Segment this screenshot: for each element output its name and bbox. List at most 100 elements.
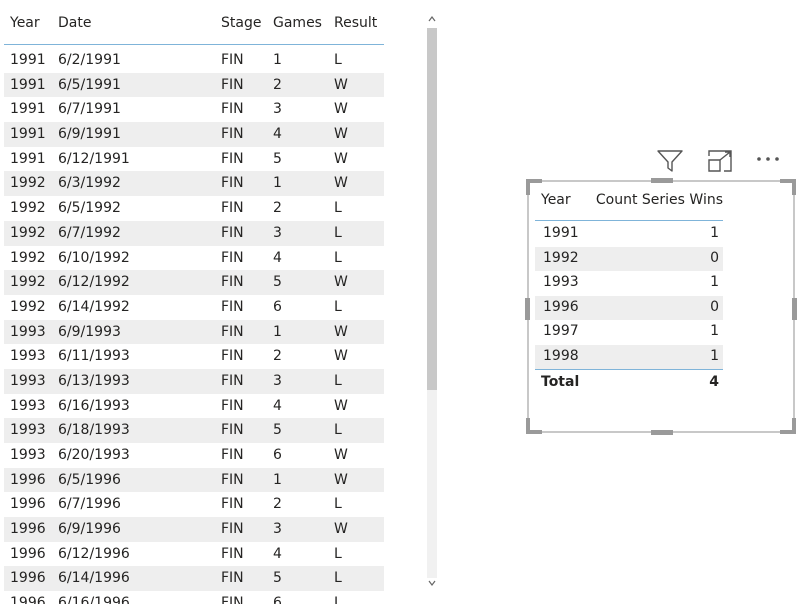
cell-result: L: [334, 200, 342, 217]
column-header-games[interactable]: Games: [273, 15, 322, 31]
cell-result: L: [334, 249, 342, 266]
cell-result: W: [334, 150, 348, 167]
table-row[interactable]: 1992 6/5/1992 FIN 2 L: [4, 196, 384, 221]
resize-handle-bottom-left[interactable]: [526, 418, 542, 434]
cell-result: W: [334, 76, 348, 93]
cell-result: W: [334, 447, 348, 463]
cell-stage: FIN: [221, 224, 244, 241]
cell-stage: FIN: [221, 126, 244, 143]
table-row[interactable]: 1991 6/2/1991 FIN 1 L: [4, 48, 384, 73]
table-row[interactable]: 1992 0: [535, 246, 723, 271]
cell-games: 5: [273, 570, 282, 587]
table-scrollbar[interactable]: [424, 14, 440, 592]
cell-year: 1996: [10, 521, 46, 538]
cell-year: 1997: [543, 323, 579, 339]
table-row[interactable]: 1993 1: [535, 271, 723, 296]
cell-count-series-wins: 1: [710, 274, 719, 290]
cell-games: 2: [273, 348, 282, 365]
cell-stage: FIN: [221, 76, 244, 93]
table-row[interactable]: 1993 6/11/1993 FIN 2 W: [4, 344, 384, 369]
cell-stage: FIN: [221, 298, 244, 315]
cell-result: L: [334, 372, 342, 389]
total-label: Total: [541, 374, 580, 390]
table-row[interactable]: 1993 6/13/1993 FIN 3 L: [4, 368, 384, 394]
column-header-stage[interactable]: Stage: [221, 15, 261, 31]
column-header-count-series-wins[interactable]: Count Series Wins: [596, 192, 723, 208]
table-row[interactable]: 1991 6/7/1991 FIN 3 W: [4, 97, 384, 122]
cell-result: W: [334, 274, 348, 291]
series-wins-visual[interactable]: Year Count Series Wins 1991 1 1992 0 1993 1 19…: [525, 178, 797, 435]
table-row[interactable]: 1996 6/16/1996 FIN 6 L: [4, 591, 384, 604]
cell-year: 1991: [10, 101, 46, 118]
cell-year: 1992: [10, 249, 46, 266]
table-row[interactable]: 1996 6/9/1996 FIN 3 W: [4, 517, 384, 542]
table-row[interactable]: 1997 1: [535, 320, 723, 345]
table-row[interactable]: 1998 1: [535, 344, 723, 369]
cell-date: 6/14/1992: [58, 298, 130, 315]
column-header-year[interactable]: Year: [10, 15, 40, 31]
resize-handle-bottom-right[interactable]: [780, 418, 796, 434]
cell-year: 1992: [10, 274, 46, 291]
total-value: 4: [709, 374, 719, 390]
resize-handle-right[interactable]: [792, 298, 797, 320]
table-row[interactable]: 1992 6/10/1992 FIN 4 L: [4, 246, 384, 271]
table-row[interactable]: 1996 6/5/1996 FIN 1 W: [4, 467, 384, 493]
table-row[interactable]: 1992 6/7/1992 FIN 3 L: [4, 220, 384, 246]
cell-count-series-wins: 1: [710, 323, 719, 339]
table-row[interactable]: 1992 6/12/1992 FIN 5 W: [4, 270, 384, 295]
cell-year: 1992: [10, 224, 46, 241]
scrollbar-thumb[interactable]: [427, 28, 437, 390]
cell-stage: FIN: [221, 274, 244, 291]
summary-table-header: Year Count Series Wins: [535, 182, 723, 221]
chevron-up-icon[interactable]: [424, 14, 440, 28]
cell-date: 6/5/1991: [58, 76, 121, 93]
games-table: Year Date Stage Games Result 1991 6/2/199…: [0, 0, 384, 604]
table-row[interactable]: 1992 6/14/1992 FIN 6 L: [4, 295, 384, 320]
table-row[interactable]: 1996 6/7/1996 FIN 2 L: [4, 492, 384, 517]
cell-result: L: [334, 422, 342, 439]
cell-year: 1991: [543, 225, 579, 241]
cell-date: 6/16/1993: [58, 397, 130, 414]
cell-games: 2: [273, 76, 282, 93]
cell-stage: FIN: [221, 447, 244, 463]
table-row[interactable]: 1993 6/20/1993 FIN 6 W: [4, 443, 384, 468]
table-row[interactable]: 1993 6/16/1993 FIN 4 W: [4, 394, 384, 419]
cell-date: 6/7/1992: [58, 224, 121, 241]
cell-result: L: [334, 224, 342, 241]
cell-stage: FIN: [221, 323, 244, 340]
more-options-icon[interactable]: [754, 148, 782, 174]
table-row[interactable]: 1993 6/18/1993 FIN 5 L: [4, 418, 384, 443]
cell-games: 3: [273, 224, 282, 241]
cell-year: 1991: [10, 150, 46, 167]
cell-year: 1996: [10, 471, 46, 488]
cell-date: 6/13/1993: [58, 372, 130, 389]
cell-year: 1996: [543, 298, 579, 315]
table-row[interactable]: 1991 6/12/1991 FIN 5 W: [4, 147, 384, 172]
cell-year: 1992: [10, 175, 46, 192]
cell-year: 1996: [10, 545, 46, 562]
column-header-date[interactable]: Date: [58, 15, 91, 31]
table-row[interactable]: 1996 6/14/1996 FIN 5 L: [4, 566, 384, 592]
resize-handle-top-right[interactable]: [780, 179, 796, 195]
cell-date: 6/16/1996: [58, 595, 130, 604]
table-row[interactable]: 1993 6/9/1993 FIN 1 W: [4, 319, 384, 345]
cell-stage: FIN: [221, 422, 244, 439]
table-row[interactable]: 1991 6/9/1991 FIN 4 W: [4, 122, 384, 147]
table-row[interactable]: 1992 6/3/1992 FIN 1 W: [4, 171, 384, 197]
chevron-down-icon[interactable]: [424, 578, 440, 592]
column-header-result[interactable]: Result: [334, 15, 377, 31]
filter-icon[interactable]: [656, 148, 684, 174]
table-row[interactable]: 1991 1: [535, 222, 723, 247]
table-row[interactable]: 1996 6/12/1996 FIN 4 L: [4, 542, 384, 567]
cell-games: 1: [273, 471, 282, 488]
column-header-year[interactable]: Year: [541, 192, 571, 208]
resize-handle-left[interactable]: [525, 298, 530, 320]
cell-result: W: [334, 101, 348, 118]
cell-stage: FIN: [221, 372, 244, 389]
table-row[interactable]: 1991 6/5/1991 FIN 2 W: [4, 72, 384, 98]
focus-mode-icon[interactable]: [706, 148, 734, 174]
table-row[interactable]: 1996 0: [535, 295, 723, 320]
cell-games: 3: [273, 521, 282, 538]
cell-year: 1996: [10, 595, 46, 604]
resize-handle-bottom[interactable]: [651, 430, 673, 435]
